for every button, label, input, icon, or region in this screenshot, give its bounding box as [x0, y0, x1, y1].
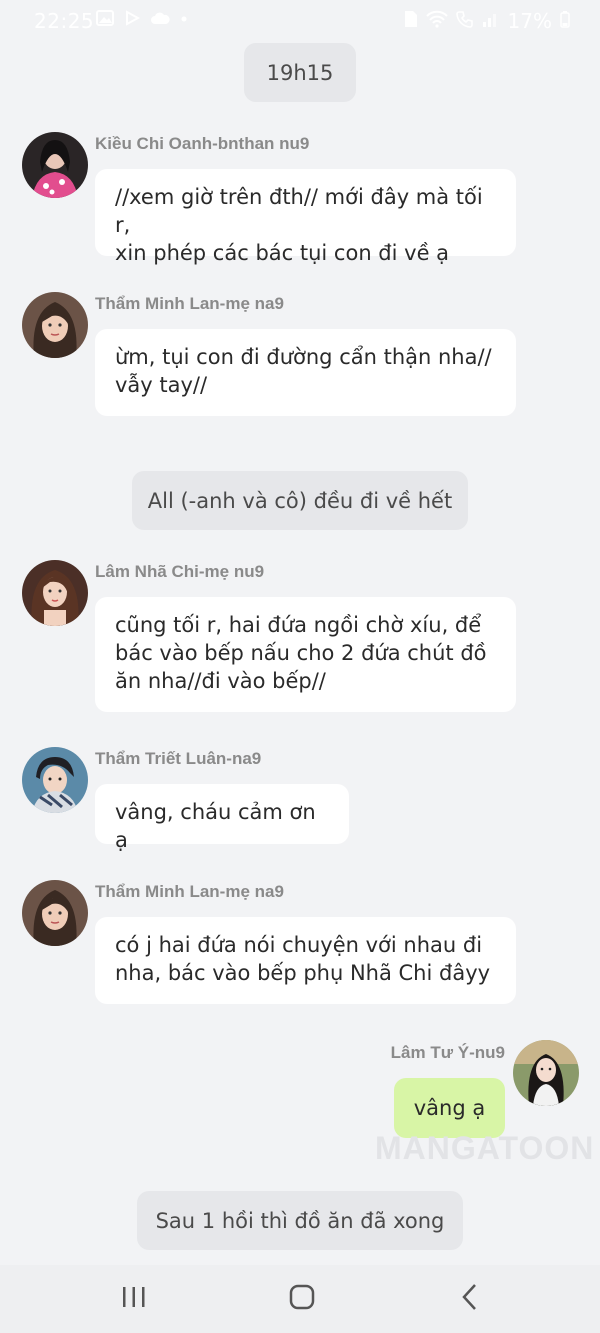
- time-marker: 19h15: [244, 43, 356, 102]
- message-line: bác vào bếp nấu cho 2 đứa chút đồ: [115, 641, 487, 665]
- message-line: //xem giờ trên đth// mới đây mà tối r,: [115, 185, 483, 237]
- sender-name: Lâm Nhã Chi-mẹ nu9: [95, 562, 265, 581]
- sim-icon: [404, 10, 418, 33]
- sender-name: Thẩm Minh Lan-mẹ na9: [95, 882, 284, 901]
- sender-name: Thẩm Triết Luân-na9: [95, 749, 262, 768]
- gallery-icon: [96, 10, 114, 30]
- chat-message: Thẩm Triết Luân-na9 vâng, cháu cảm ơn ạ: [22, 747, 582, 852]
- message-bubble: có j hai đứa nói chuyện với nhau đi nha,…: [95, 917, 516, 1004]
- avatar[interactable]: [22, 292, 88, 358]
- message-line: ăn nha//đi vào bếp//: [115, 669, 326, 693]
- back-button[interactable]: [450, 1281, 490, 1317]
- status-bar: 22:25 17%: [0, 0, 600, 44]
- signal-icon: [482, 10, 500, 33]
- narration-pill: Sau 1 hồi thì đồ ăn đã xong: [137, 1191, 463, 1250]
- battery-text: 17%: [507, 9, 552, 33]
- message-line: ừm, tụi con đi đường cẩn thận nha//: [115, 345, 492, 369]
- message-bubble: ừm, tụi con đi đường cẩn thận nha// vẫy …: [95, 329, 516, 416]
- call-icon: [455, 10, 474, 33]
- message-line: cũng tối r, hai đứa ngồi chờ xíu, để: [115, 613, 482, 637]
- message-line: vẫy tay//: [115, 373, 208, 397]
- narration-pill: All (-anh và cô) đều đi về hết: [132, 471, 468, 530]
- avatar[interactable]: [22, 560, 88, 626]
- avatar[interactable]: [22, 747, 88, 813]
- back-icon: [460, 1283, 480, 1315]
- chat-message: Kiều Chi Oanh-bnthan nu9 //xem giờ trên …: [22, 132, 582, 265]
- recent-apps-button[interactable]: [114, 1281, 154, 1317]
- navigation-bar: [0, 1265, 600, 1333]
- self-sender-name: Lâm Tư Ý-nu9: [390, 1043, 505, 1062]
- self-avatar[interactable]: [513, 1040, 579, 1106]
- message-bubble: cũng tối r, hai đứa ngồi chờ xíu, để bác…: [95, 597, 516, 712]
- message-bubble: vâng, cháu cảm ơn ạ: [95, 784, 349, 852]
- chat-message: Lâm Nhã Chi-mẹ nu9 cũng tối r, hai đứa n…: [22, 560, 582, 715]
- play-icon: [124, 10, 141, 30]
- home-button[interactable]: [282, 1281, 322, 1317]
- chat-message: Thẩm Minh Lan-mẹ na9 ừm, tụi con đi đườn…: [22, 292, 582, 422]
- status-time: 22:25: [34, 9, 95, 33]
- cloud-icon: [150, 10, 170, 30]
- wifi-icon: [425, 10, 448, 33]
- chat-message: Thẩm Minh Lan-mẹ na9 có j hai đứa nói ch…: [22, 880, 582, 1010]
- message-line: có j hai đứa nói chuyện với nhau đi: [115, 933, 483, 957]
- self-message-bubble: vâng ạ: [394, 1078, 505, 1138]
- dot-icon: [180, 10, 188, 30]
- battery-icon: [560, 10, 570, 33]
- sender-name: Thẩm Minh Lan-mẹ na9: [95, 294, 284, 313]
- message-bubble: //xem giờ trên đth// mới đây mà tối r, x…: [95, 169, 516, 265]
- message-line: vâng, cháu cảm ơn ạ: [115, 800, 316, 852]
- message-line: xin phép các bác tụi con đi về ạ: [115, 241, 450, 265]
- avatar[interactable]: [22, 880, 88, 946]
- avatar[interactable]: [22, 132, 88, 198]
- watermark: MANGATOON: [375, 1130, 595, 1166]
- recent-apps-icon: [121, 1285, 147, 1313]
- message-line: nha, bác vào bếp phụ Nhã Chi đâyy: [115, 961, 491, 985]
- sender-name: Kiều Chi Oanh-bnthan nu9: [95, 134, 310, 153]
- home-icon: [289, 1284, 315, 1314]
